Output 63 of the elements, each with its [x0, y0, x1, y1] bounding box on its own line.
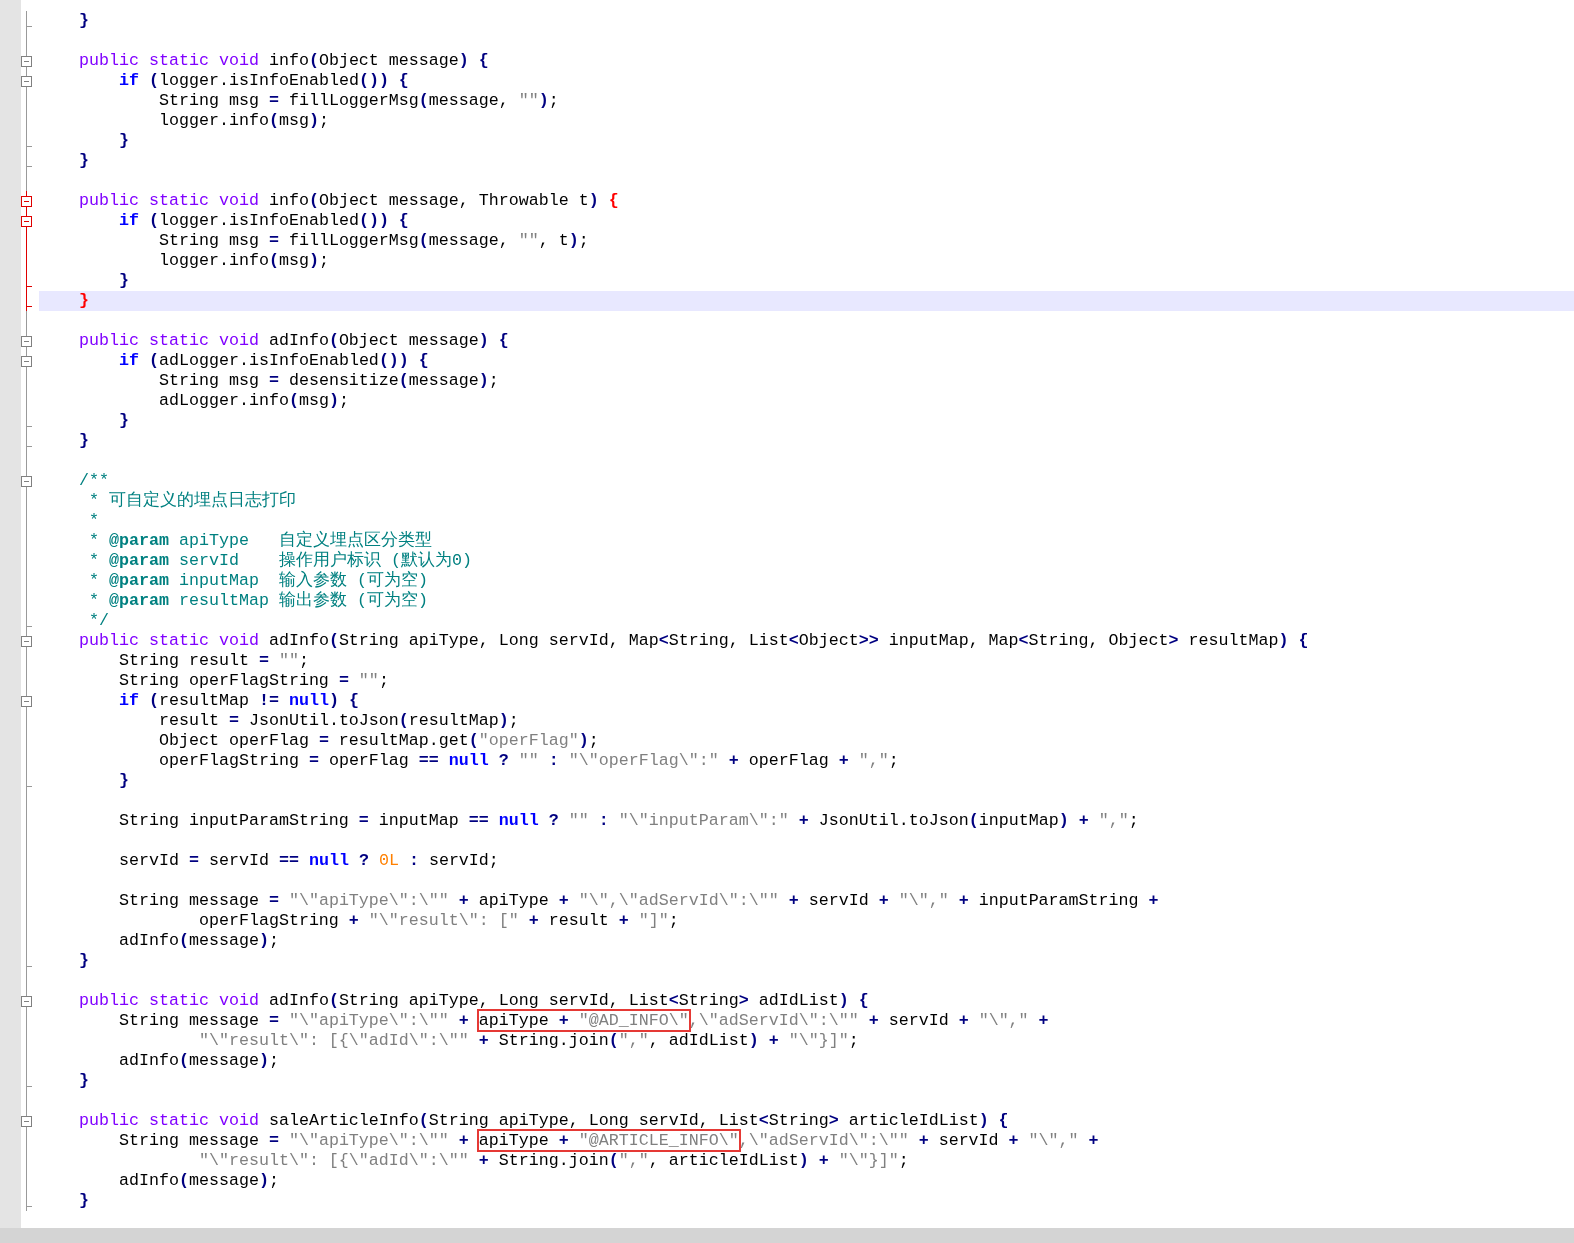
code-line: if (resultMap != null) { — [117, 691, 359, 711]
code-line: String message = "\"apiType\":\"" + apiType + "\",\"adServId\":\"" + servId + "\"," + inputParamString + — [117, 891, 1159, 911]
collapse-icon[interactable] — [21, 215, 32, 227]
code-line: String msg = fillLoggerMsg(message, ""); — [157, 91, 559, 111]
collapse-icon[interactable] — [21, 355, 32, 367]
horizontal-scrollbar[interactable] — [0, 1228, 1574, 1243]
code-line: } — [117, 411, 129, 431]
code-line: /** — [77, 471, 109, 491]
collapse-icon[interactable] — [21, 475, 32, 487]
code-line: logger.info(msg); — [157, 111, 329, 131]
code-line: String result = ""; — [117, 651, 309, 671]
code-line: } — [117, 271, 129, 291]
collapse-icon[interactable] — [21, 195, 32, 207]
code-line: public static void info(Object message, Throwable t) { — [77, 191, 619, 211]
code-line: } — [77, 431, 89, 451]
code-line: public static void adInfo(String apiType, Long servId, Map<String, List<Object>> inputMap, Map<String, Object> resultMap) { — [77, 631, 1309, 651]
collapse-icon[interactable] — [21, 55, 32, 67]
code-line: String msg = fillLoggerMsg(message, "", t); — [157, 231, 589, 251]
code-line: String msg = desensitize(message); — [157, 371, 499, 391]
code-line: * @param inputMap 输入参数 (可为空) — [87, 571, 428, 591]
collapse-icon[interactable] — [21, 335, 32, 347]
code-line: String message = "\"apiType\":\"" + apiType + "@ARTICLE_INFO\",\"adServId\":\"" + servId + "\"," + — [117, 1131, 1099, 1151]
collapse-icon[interactable] — [21, 1115, 32, 1127]
collapse-icon[interactable] — [21, 695, 32, 707]
code-line: if (logger.isInfoEnabled()) { — [117, 71, 409, 91]
code-line: Object operFlag = resultMap.get("operFlag"); — [157, 731, 599, 751]
code-line: if (logger.isInfoEnabled()) { — [117, 211, 409, 231]
code-line: */ — [87, 611, 109, 631]
code-line: * @param servId 操作用户标识 (默认为0) — [87, 551, 472, 571]
code-line: } — [77, 291, 89, 311]
collapse-icon[interactable] — [21, 75, 32, 87]
code-line: servId = servId == null ? 0L : servId; — [117, 851, 499, 871]
code-line: public static void adInfo(String apiType, Long servId, List<String> adIdList) { — [77, 991, 869, 1011]
code-line: adInfo(message); — [117, 1051, 279, 1071]
code-line: * @param apiType 自定义埋点区分类型 — [87, 531, 432, 551]
code-line: operFlagString + "\"result\": [" + result + "]"; — [197, 911, 679, 931]
code-line: logger.info(msg); — [157, 251, 329, 271]
code-line: * 可自定义的埋点日志打印 — [87, 491, 296, 511]
code-line: operFlagString = operFlag == null ? "" : "\"operFlag\":" + operFlag + ","; — [157, 751, 899, 771]
code-line: } — [77, 151, 89, 171]
code-line: * @param resultMap 输出参数 (可为空) — [87, 591, 428, 611]
code-line: } — [117, 771, 129, 791]
code-line: "\"result\": [{\"adId\":\"" + String.join(",", articleIdList) + "\"}]"; — [197, 1151, 909, 1171]
code-line: } — [77, 1191, 89, 1211]
code-line: } — [77, 1071, 89, 1091]
code-line: public static void adInfo(Object message) { — [77, 331, 509, 351]
code-line: } — [77, 11, 89, 31]
code-line: result = JsonUtil.toJson(resultMap); — [157, 711, 519, 731]
code-line: adInfo(message); — [117, 1171, 279, 1191]
collapse-icon[interactable] — [21, 995, 32, 1007]
code-line: "\"result\": [{\"adId\":\"" + String.join(",", adIdList) + "\"}]"; — [197, 1031, 859, 1051]
code-line: public static void saleArticleInfo(String apiType, Long servId, List<String> articleIdList) { — [77, 1111, 1009, 1131]
code-line: } — [117, 131, 129, 151]
code-line: * — [87, 511, 99, 531]
collapse-icon[interactable] — [21, 635, 32, 647]
code-line: adInfo(message); — [117, 931, 279, 951]
code-line: String operFlagString = ""; — [117, 671, 389, 691]
code-line: String inputParamString = inputMap == null ? "" : "\"inputParam\":" + JsonUtil.toJson(inputMap) + ","; — [117, 811, 1139, 831]
code-line: String message = "\"apiType\":\"" + apiType + "@AD_INFO\",\"adServId\":\"" + servId + "\"," + — [117, 1011, 1049, 1031]
code-line: if (adLogger.isInfoEnabled()) { — [117, 351, 429, 371]
code-line: public static void info(Object message) { — [77, 51, 489, 71]
code-line: } — [77, 951, 89, 971]
code-line: adLogger.info(msg); — [157, 391, 349, 411]
